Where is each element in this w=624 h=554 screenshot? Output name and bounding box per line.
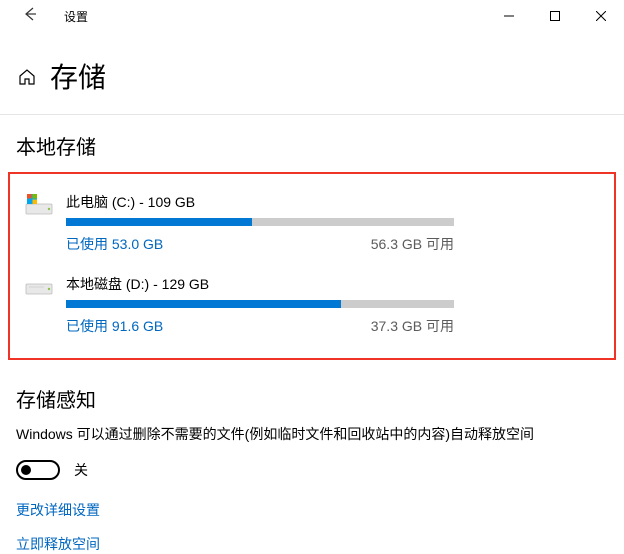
toggle-state-label: 关: [74, 460, 88, 480]
drive-item-c[interactable]: 此电脑 (C:) - 109 GB 已使用 53.0 GB 56.3 GB 可用: [24, 182, 600, 264]
drive-used: 已使用 53.0 GB: [66, 234, 163, 254]
drive-info: 本地磁盘 (D:) - 129 GB 已使用 91.6 GB 37.3 GB 可…: [66, 274, 600, 336]
drive-info: 此电脑 (C:) - 109 GB 已使用 53.0 GB 56.3 GB 可用: [66, 192, 600, 254]
link-free-now[interactable]: 立即释放空间: [16, 534, 608, 554]
storage-sense-heading: 存储感知: [16, 384, 608, 413]
drive-icon-system: [24, 192, 58, 221]
link-detail-settings[interactable]: 更改详细设置: [16, 500, 608, 520]
drives-highlight: 此电脑 (C:) - 109 GB 已使用 53.0 GB 56.3 GB 可用…: [8, 172, 616, 360]
window-controls: [486, 0, 624, 32]
usage-bar-fill: [66, 218, 252, 226]
drive-free: 56.3 GB 可用: [371, 234, 454, 254]
usage-bar: [66, 218, 454, 226]
drive-name: 此电脑 (C:) - 109 GB: [66, 192, 600, 212]
titlebar: 设置: [0, 0, 624, 32]
storage-sense-toggle[interactable]: [16, 460, 60, 480]
close-button[interactable]: [578, 0, 624, 32]
storage-sense-section: 存储感知 Windows 可以通过删除不需要的文件(例如临时文件和回收站中的内容…: [0, 360, 624, 554]
window-title: 设置: [64, 8, 88, 25]
toggle-knob: [21, 465, 31, 475]
local-storage-heading: 本地存储: [16, 131, 608, 160]
back-icon[interactable]: [14, 2, 46, 31]
drive-name: 本地磁盘 (D:) - 129 GB: [66, 274, 600, 294]
storage-sense-description: Windows 可以通过删除不需要的文件(例如临时文件和回收站中的内容)自动释放…: [16, 425, 556, 444]
drive-stats: 已使用 53.0 GB 56.3 GB 可用: [66, 234, 454, 254]
local-storage-section: 本地存储: [0, 115, 624, 160]
toggle-row: 关: [16, 460, 608, 480]
maximize-button[interactable]: [532, 0, 578, 32]
usage-bar-fill: [66, 300, 341, 308]
page-header: 存储: [0, 32, 624, 114]
drive-item-d[interactable]: 本地磁盘 (D:) - 129 GB 已使用 91.6 GB 37.3 GB 可…: [24, 264, 600, 346]
drive-free: 37.3 GB 可用: [371, 316, 454, 336]
drive-icon: [24, 274, 58, 303]
page-title: 存储: [50, 56, 106, 96]
drive-stats: 已使用 91.6 GB 37.3 GB 可用: [66, 316, 454, 336]
usage-bar: [66, 300, 454, 308]
minimize-button[interactable]: [486, 0, 532, 32]
home-icon[interactable]: [18, 68, 36, 89]
drive-used: 已使用 91.6 GB: [66, 316, 163, 336]
